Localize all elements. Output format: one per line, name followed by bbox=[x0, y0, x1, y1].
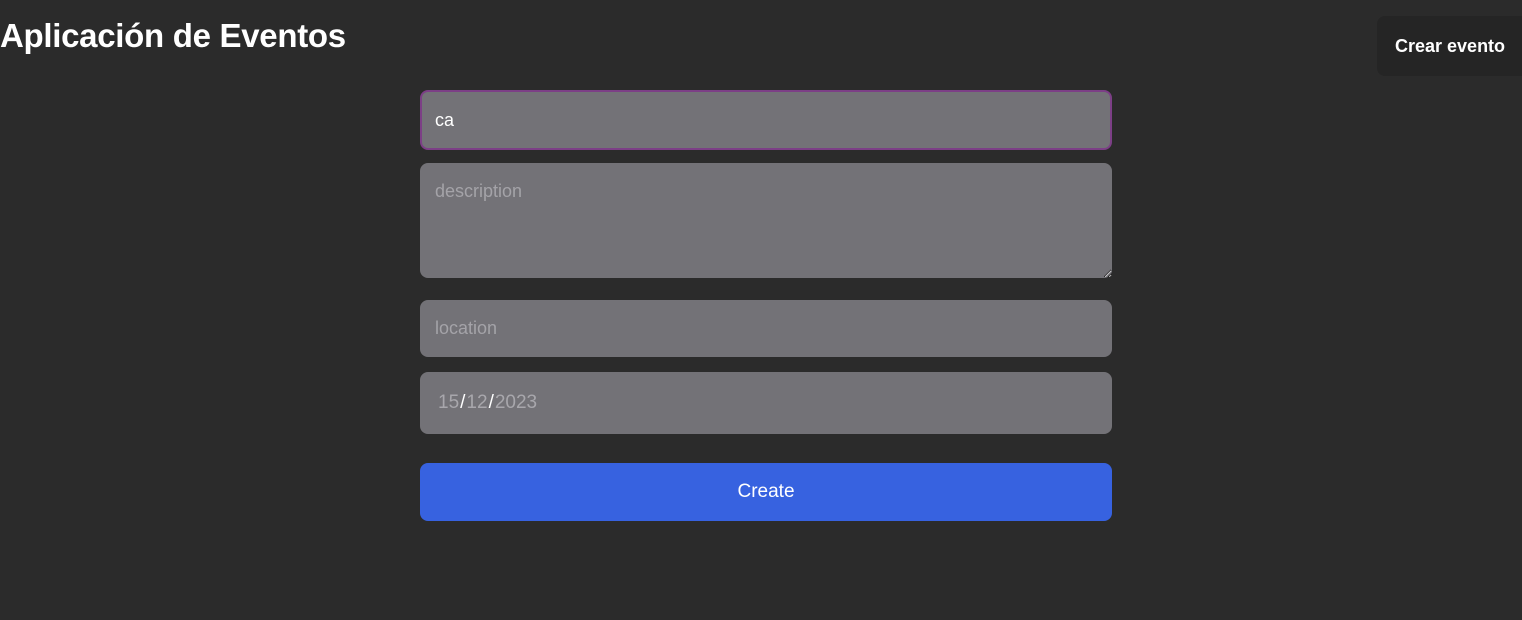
page: Aplicación de Eventos Crear evento 15 / … bbox=[0, 0, 1522, 620]
date-separator: / bbox=[460, 392, 466, 413]
create-button[interactable]: Create bbox=[420, 463, 1112, 521]
date-separator: / bbox=[488, 392, 494, 413]
create-event-nav-button[interactable]: Crear evento bbox=[1377, 16, 1522, 76]
location-input[interactable] bbox=[420, 300, 1112, 357]
date-year: 2023 bbox=[494, 392, 538, 413]
date-day: 15 bbox=[438, 392, 460, 413]
title-input[interactable] bbox=[420, 90, 1112, 150]
date-input[interactable]: 15 / 12 / 2023 bbox=[420, 372, 1112, 434]
app-title: Aplicación de Eventos bbox=[0, 17, 346, 54]
date-month: 12 bbox=[466, 392, 488, 413]
description-textarea[interactable] bbox=[420, 163, 1112, 278]
